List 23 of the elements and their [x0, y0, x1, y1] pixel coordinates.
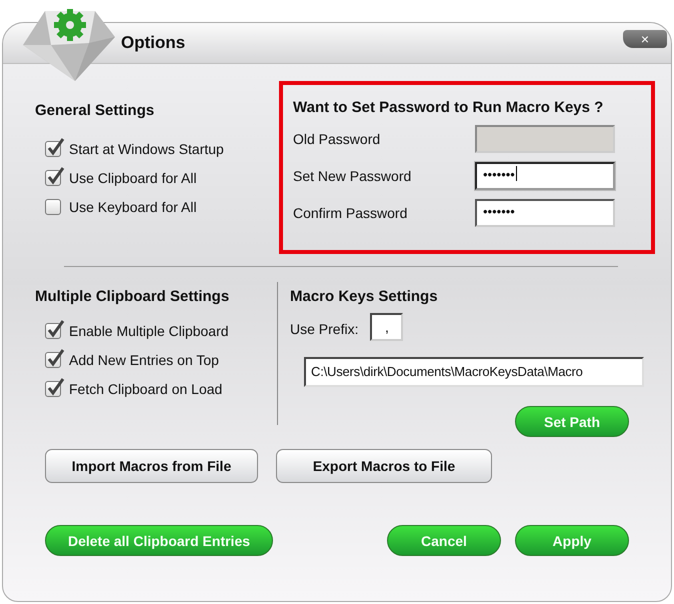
checkbox[interactable]: [45, 199, 61, 215]
checkbox-label[interactable]: Use Clipboard for All: [69, 170, 197, 186]
checkbox-label[interactable]: Fetch Clipboard on Load: [69, 381, 222, 397]
close-button[interactable]: ×: [623, 30, 667, 48]
password-field[interactable]: •••••••: [475, 199, 615, 227]
password-field[interactable]: •••••••: [475, 162, 615, 190]
window-title: Options: [121, 33, 186, 53]
field-label: Confirm Password: [293, 205, 408, 221]
checkbox-label[interactable]: Add New Entries on Top: [69, 352, 219, 368]
field-label: Use Prefix:: [290, 321, 358, 337]
checkbox-label[interactable]: Start at Windows Startup: [69, 141, 224, 157]
field-label: Set New Password: [293, 168, 412, 184]
checkbox-label[interactable]: Use Keyboard for All: [69, 199, 197, 215]
checkbox-label[interactable]: Enable Multiple Clipboard: [69, 323, 229, 339]
import-button[interactable]: Import Macros from File: [45, 449, 258, 483]
section-heading: Macro Keys Settings: [290, 288, 439, 305]
export-button[interactable]: Export Macros to File: [276, 449, 492, 483]
path-field[interactable]: C:\Users\dirk\Documents\MacroKeysData\Macro: [304, 357, 644, 387]
section-heading: Multiple Clipboard Settings: [35, 288, 230, 305]
section-heading: Want to Set Password to Run Macro Keys ?: [293, 99, 604, 116]
field-label: Old Password: [293, 131, 382, 147]
section-heading: General Settings: [35, 102, 156, 119]
prefix-field[interactable]: ,: [370, 313, 404, 341]
